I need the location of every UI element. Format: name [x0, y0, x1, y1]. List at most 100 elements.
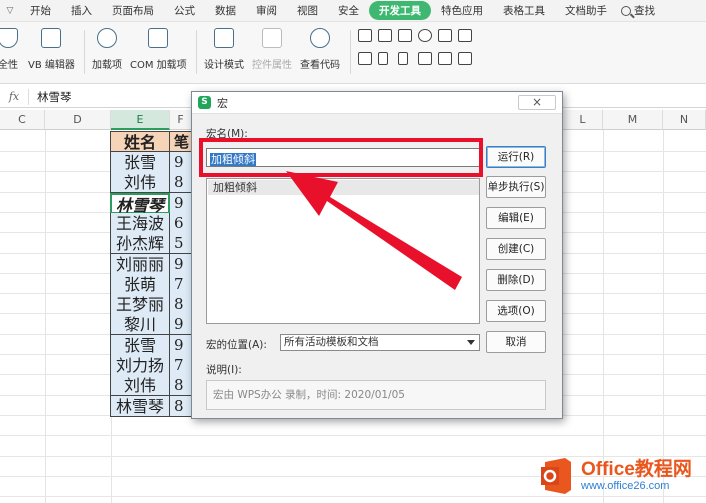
description-field: 宏由 WPS办公 录制，时间: 2020/01/05 [206, 380, 546, 410]
name-cell[interactable]: 林雪琴 [110, 396, 170, 417]
search-icon [621, 5, 631, 16]
view-code-button[interactable]: 查看代码 [300, 28, 340, 71]
vb-editor-button[interactable]: VB 编辑器 [28, 28, 75, 71]
scrollbar-control-icon[interactable] [378, 52, 388, 65]
checkbox-control-icon[interactable] [358, 29, 372, 42]
watermark-brand: Office教程网 [581, 459, 692, 480]
design-mode-label: 设计模式 [204, 60, 244, 71]
menu-developer-tools[interactable]: 开发工具 [369, 1, 431, 20]
name-cell[interactable]: 黎川 [110, 314, 170, 335]
dropdown-arrow-icon [467, 340, 475, 345]
control-properties-label: 控件属性 [252, 60, 292, 71]
name-cell[interactable]: 孙杰辉 [110, 233, 170, 254]
menu-home[interactable]: 开始 [20, 3, 61, 18]
menu-insert[interactable]: 插入 [61, 3, 102, 18]
column-header-e[interactable]: E [111, 110, 170, 130]
button-control-icon[interactable] [398, 29, 412, 42]
cancel-button[interactable]: 取消 [486, 331, 546, 353]
grid-line [45, 130, 46, 503]
image-control-icon[interactable] [458, 29, 472, 42]
search-label: 查找 [634, 5, 655, 17]
macro-list-item[interactable]: 加粗倾斜 [208, 180, 479, 195]
menu-formulas[interactable]: 公式 [164, 3, 205, 18]
name-cell[interactable]: 刘力扬 [110, 355, 170, 376]
delete-button[interactable]: 删除(D) [486, 269, 546, 291]
name-cell[interactable]: 刘伟 [110, 375, 170, 396]
name-cell[interactable]: 林雪琴 [110, 193, 170, 215]
watermark-url: www.office26.com [581, 480, 670, 492]
column-header-l[interactable]: L [563, 110, 603, 130]
name-cell[interactable]: 王梦丽 [110, 294, 170, 315]
vb-editor-label: VB 编辑器 [28, 60, 75, 71]
macro-location-value: 所有活动模板和文档 [284, 336, 379, 348]
macro-security-label: 全性 [0, 60, 18, 71]
view-code-icon [310, 28, 330, 48]
menu-bar: ▽ 开始 插入 页面布局 公式 数据 审阅 视图 安全 开发工具 特色应用 表格… [0, 0, 706, 22]
formula-separator [28, 88, 29, 105]
close-button[interactable]: × [518, 95, 556, 110]
macro-list[interactable]: 加粗倾斜 [206, 178, 480, 324]
name-cell[interactable]: 张萌 [110, 274, 170, 295]
design-mode-button[interactable]: 设计模式 [204, 28, 244, 71]
menu-view[interactable]: 视图 [287, 3, 328, 18]
name-cell[interactable]: 王海波 [110, 213, 170, 234]
name-cell[interactable]: 刘伟 [110, 172, 170, 193]
search-button[interactable]: 查找 [621, 3, 655, 18]
addin-label: 加载项 [92, 60, 122, 71]
addin-button[interactable]: 加载项 [92, 28, 122, 71]
description-label: 说明(I): [206, 364, 242, 376]
picture-control-icon[interactable] [438, 52, 452, 65]
view-code-label: 查看代码 [300, 60, 340, 71]
dialog-titlebar[interactable]: S 宏 × [192, 92, 562, 114]
column-header-n[interactable]: N [663, 110, 706, 130]
com-addin-button[interactable]: COM 加载项 [130, 28, 187, 71]
listbox-control-icon[interactable] [438, 29, 452, 42]
wps-logo-icon: S [198, 96, 211, 109]
vb-editor-icon [41, 28, 62, 48]
menu-review[interactable]: 审阅 [246, 3, 287, 18]
office26-watermark: Office教程网 www.office26.com [537, 452, 706, 500]
combobox-control-icon[interactable] [358, 52, 372, 65]
grid-line [0, 435, 706, 436]
create-button[interactable]: 创建(C) [486, 238, 546, 260]
run-button[interactable]: 运行(R) [486, 146, 546, 168]
menu-table-tools[interactable]: 表格工具 [493, 3, 555, 18]
control-properties-icon [262, 28, 282, 48]
spin-button-control-icon[interactable] [398, 52, 408, 65]
column-header-c[interactable]: C [0, 110, 45, 130]
column-header-d[interactable]: D [45, 110, 111, 130]
grid-line [663, 130, 664, 503]
grid-line [603, 130, 604, 503]
macro-security-button[interactable]: 全性 [0, 28, 18, 71]
design-mode-icon [214, 28, 234, 48]
menu-special-apps[interactable]: 特色应用 [431, 3, 493, 18]
com-addin-icon [148, 28, 169, 48]
more-controls-icon[interactable] [458, 52, 472, 65]
ribbon-separator [350, 30, 351, 74]
option-button-control-icon[interactable] [418, 29, 432, 42]
menu-data[interactable]: 数据 [205, 3, 246, 18]
control-properties-button[interactable]: 控件属性 [252, 28, 292, 71]
ribbon: 全性 VB 编辑器 加载项 COM 加载项 设计模式 控件属性 查看代码 [0, 22, 706, 84]
column-header-f[interactable]: F [170, 110, 192, 130]
addin-gear-icon [97, 28, 117, 48]
name-header-cell[interactable]: 姓名 [110, 131, 170, 152]
name-cell[interactable]: 张雪 [110, 152, 170, 173]
label-control-icon[interactable] [418, 52, 432, 65]
textbox-control-icon[interactable] [378, 29, 392, 42]
annotation-highlight-box [199, 138, 483, 177]
formula-input[interactable]: 林雪琴 [37, 89, 72, 105]
menu-page-layout[interactable]: 页面布局 [102, 3, 164, 18]
chevron-down-icon[interactable]: ▽ [0, 6, 20, 16]
name-cell[interactable]: 张雪 [110, 335, 170, 356]
menu-doc-assistant[interactable]: 文档助手 [555, 3, 617, 18]
edit-button[interactable]: 编辑(E) [486, 207, 546, 229]
fx-icon[interactable]: fx [0, 90, 28, 103]
column-header-m[interactable]: M [603, 110, 663, 130]
shield-icon [0, 28, 18, 48]
name-cell[interactable]: 刘丽丽 [110, 254, 170, 275]
options-button[interactable]: 选项(O) [486, 300, 546, 322]
menu-security[interactable]: 安全 [328, 3, 369, 18]
step-into-button[interactable]: 单步执行(S) [486, 176, 546, 198]
macro-location-select[interactable]: 所有活动模板和文档 [280, 334, 480, 351]
